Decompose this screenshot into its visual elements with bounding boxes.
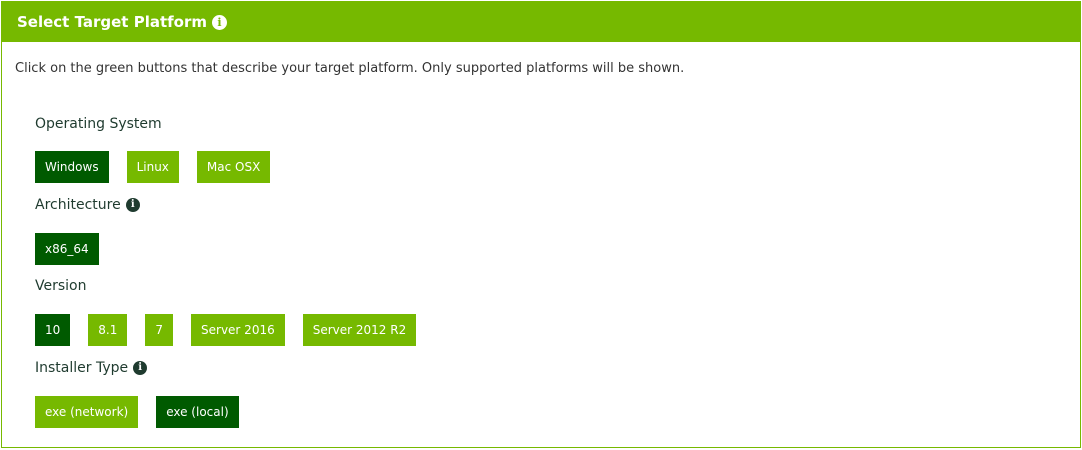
intro-text: Click on the green buttons that describe… xyxy=(15,61,685,76)
architecture-label-text: Architecture xyxy=(35,197,121,213)
arch-x86_64-button[interactable]: x86_64 xyxy=(35,233,99,265)
version-options: 10 8.1 7 Server 2016 Server 2012 R2 xyxy=(35,314,434,346)
os-options: Windows Linux Mac OSX xyxy=(35,151,288,183)
version-server-2012-r2-button[interactable]: Server 2012 R2 xyxy=(302,314,417,346)
info-icon[interactable]: i xyxy=(133,361,148,375)
os-linux-button[interactable]: Linux xyxy=(126,151,179,183)
version-8-1-button[interactable]: 8.1 xyxy=(88,314,128,346)
installer-exe-network-button[interactable]: exe (network) xyxy=(35,396,139,428)
os-label: Operating System xyxy=(35,116,162,132)
version-label: Version xyxy=(35,278,86,294)
version-7-button[interactable]: 7 xyxy=(145,314,174,346)
panel-header: Select Target Platform i xyxy=(2,2,1080,42)
installer-type-options: exe (network) exe (local) xyxy=(35,396,257,428)
version-label-text: Version xyxy=(35,278,87,294)
os-macosx-button[interactable]: Mac OSX xyxy=(196,151,271,183)
installer-type-label-text: Installer Type xyxy=(35,360,129,376)
architecture-options: x86_64 xyxy=(35,233,117,265)
installer-type-label: Installer Type i xyxy=(35,360,148,376)
version-10-button[interactable]: 10 xyxy=(35,314,71,346)
os-windows-button[interactable]: Windows xyxy=(35,151,109,183)
panel-title: Select Target Platform xyxy=(17,13,207,31)
info-icon[interactable]: i xyxy=(125,198,140,212)
info-icon[interactable]: i xyxy=(211,14,227,30)
os-label-text: Operating System xyxy=(35,116,162,132)
installer-exe-local-button[interactable]: exe (local) xyxy=(156,396,239,428)
version-server-2016-button[interactable]: Server 2016 xyxy=(191,314,285,346)
architecture-label: Architecture i xyxy=(35,197,140,213)
